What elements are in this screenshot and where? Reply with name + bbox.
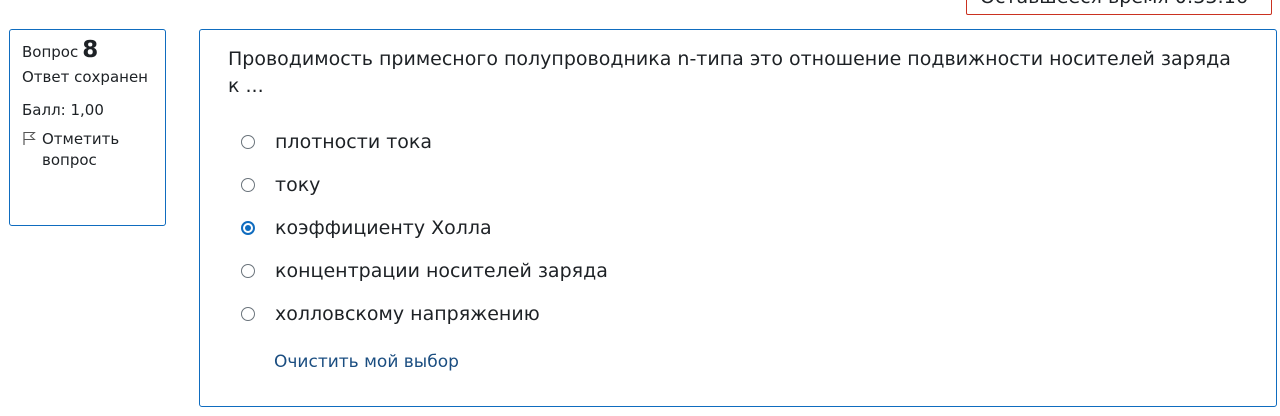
question-grade: Балл: 1,00 — [22, 101, 104, 119]
answer-label: току — [275, 173, 321, 196]
answer-label: плотности тока — [275, 130, 433, 153]
question-text: Проводимость примесного полупроводника n… — [228, 48, 1231, 97]
answer-label: коэффициенту Холла — [275, 216, 492, 239]
question-number-prefix: Вопрос — [22, 43, 79, 61]
radio-button[interactable] — [241, 306, 255, 321]
answer-option[interactable]: холловскому напряжению — [228, 292, 1248, 335]
time-remaining-timer: Оставшееся время 0:33:16 — [966, 0, 1272, 15]
answer-option[interactable]: концентрации носителей заряда — [228, 249, 1248, 292]
answer-options: плотности тока току коэффициенту Холла к… — [228, 120, 1248, 335]
answer-option[interactable]: току — [228, 163, 1248, 206]
radio-button[interactable] — [241, 177, 255, 192]
flag-question-button[interactable]: Отметить вопрос — [22, 129, 153, 171]
radio-button[interactable] — [241, 134, 255, 149]
answer-option[interactable]: коэффициенту Холла — [228, 206, 1248, 249]
question-number: Вопрос 8 — [22, 37, 153, 63]
timer-label: Оставшееся время 0:33:16 — [980, 0, 1248, 8]
flag-icon — [23, 132, 36, 145]
flag-question-label: Отметить вопрос — [42, 130, 120, 169]
question-number-value: 8 — [82, 37, 99, 63]
question-content: Проводимость примесного полупроводника n… — [199, 29, 1277, 407]
radio-button-selected[interactable] — [241, 220, 255, 235]
clear-choice-link[interactable]: Очистить мой выбор — [274, 352, 459, 372]
answer-label: концентрации носителей заряда — [275, 259, 608, 282]
answer-label: холловскому напряжению — [275, 302, 540, 325]
radio-button[interactable] — [241, 263, 255, 278]
answer-option[interactable]: плотности тока — [228, 120, 1248, 163]
question-state: Ответ сохранен — [22, 68, 148, 86]
question-info-panel: Вопрос 8 Ответ сохранен Балл: 1,00 Отмет… — [9, 29, 166, 226]
